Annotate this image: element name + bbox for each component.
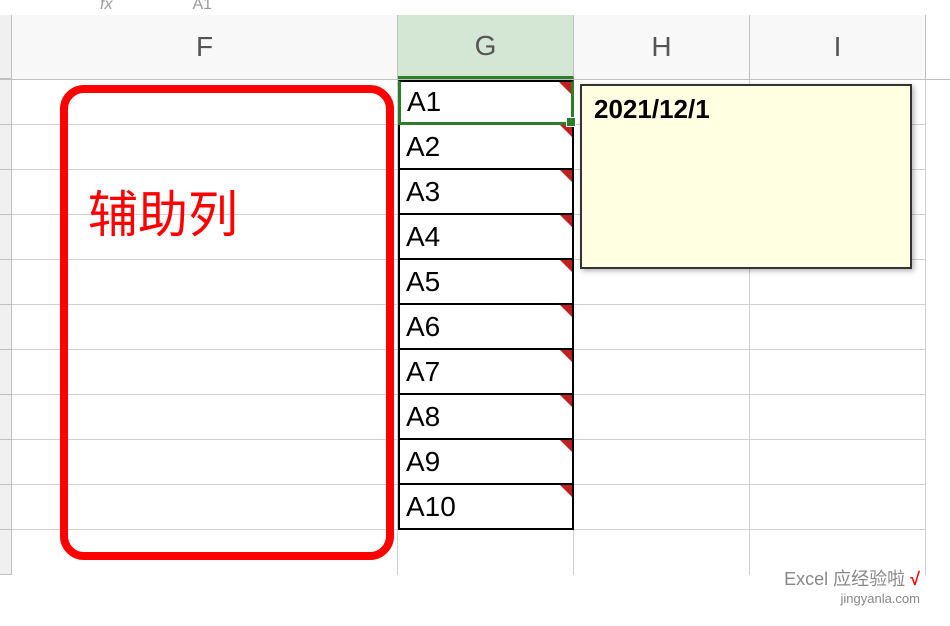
row-header[interactable] — [0, 80, 12, 125]
cell-value: A7 — [406, 356, 440, 388]
cell-H[interactable] — [574, 305, 750, 350]
cell-value: A4 — [406, 221, 440, 253]
cell-G[interactable]: A1 — [398, 80, 574, 125]
cell-G[interactable]: A6 — [398, 305, 574, 350]
cell-G[interactable]: A3 — [398, 170, 574, 215]
watermark-sub: jingyanla.com — [784, 591, 920, 606]
comment-indicator-icon[interactable] — [560, 485, 572, 497]
cell-value: A9 — [406, 446, 440, 478]
table-row: A6 — [0, 305, 950, 350]
comment-indicator-icon[interactable] — [560, 440, 572, 452]
cell-F[interactable] — [12, 350, 398, 395]
cell-F[interactable] — [12, 80, 398, 125]
row-header[interactable] — [0, 350, 12, 395]
comment-text: 2021/12/1 — [594, 94, 710, 124]
fx-icon[interactable]: fx — [100, 0, 112, 14]
check-icon: √ — [910, 569, 920, 589]
cell-I[interactable] — [750, 305, 926, 350]
column-header-I[interactable]: I — [750, 15, 926, 79]
comment-indicator-icon[interactable] — [560, 350, 572, 362]
column-header-G[interactable]: G — [398, 15, 574, 79]
cell-F[interactable] — [12, 215, 398, 260]
row-header[interactable] — [0, 305, 12, 350]
cell-I[interactable] — [750, 440, 926, 485]
cell-H[interactable] — [574, 440, 750, 485]
table-row: A8 — [0, 395, 950, 440]
cell-F[interactable] — [12, 530, 398, 575]
comment-indicator-icon[interactable] — [559, 82, 571, 94]
row-header[interactable] — [0, 170, 12, 215]
cell-value: A3 — [406, 176, 440, 208]
cell-H[interactable] — [574, 530, 750, 575]
cell-G[interactable] — [398, 530, 574, 575]
cell-F[interactable] — [12, 440, 398, 485]
cell-value: A1 — [407, 86, 441, 118]
row-header[interactable] — [0, 530, 12, 575]
column-header-F[interactable]: F — [12, 15, 398, 79]
cell-H[interactable] — [574, 485, 750, 530]
formula-bar: fx A1 — [0, 0, 950, 15]
watermark: Excel 应经验啦 √ jingyanla.com — [784, 565, 920, 606]
cell-value: A10 — [406, 491, 456, 523]
cell-G[interactable]: A9 — [398, 440, 574, 485]
cell-F[interactable] — [12, 395, 398, 440]
formula-value: A1 — [192, 0, 212, 14]
select-all-corner[interactable] — [0, 15, 12, 79]
comment-indicator-icon[interactable] — [560, 170, 572, 182]
cell-G[interactable]: A4 — [398, 215, 574, 260]
row-header[interactable] — [0, 395, 12, 440]
cell-I[interactable] — [750, 395, 926, 440]
cell-G[interactable]: A7 — [398, 350, 574, 395]
cell-H[interactable] — [574, 395, 750, 440]
table-row: A7 — [0, 350, 950, 395]
table-row: A10 — [0, 485, 950, 530]
cell-F[interactable] — [12, 260, 398, 305]
cell-F[interactable] — [12, 125, 398, 170]
row-header[interactable] — [0, 125, 12, 170]
cell-I[interactable] — [750, 350, 926, 395]
comment-indicator-icon[interactable] — [560, 305, 572, 317]
comment-indicator-icon[interactable] — [560, 395, 572, 407]
row-header[interactable] — [0, 215, 12, 260]
row-header[interactable] — [0, 485, 12, 530]
comment-indicator-icon[interactable] — [560, 215, 572, 227]
cell-value: A6 — [406, 311, 440, 343]
cell-I[interactable] — [750, 485, 926, 530]
cell-G[interactable]: A5 — [398, 260, 574, 305]
cell-value: A2 — [406, 131, 440, 163]
cell-G[interactable]: A2 — [398, 125, 574, 170]
cell-G[interactable]: A10 — [398, 485, 574, 530]
cell-F[interactable] — [12, 170, 398, 215]
column-header-H[interactable]: H — [574, 15, 750, 79]
cell-F[interactable] — [12, 485, 398, 530]
cell-value: A5 — [406, 266, 440, 298]
cell-value: A8 — [406, 401, 440, 433]
cell-H[interactable] — [574, 350, 750, 395]
watermark-main: Excel 应经验啦 — [784, 569, 905, 589]
comment-indicator-icon[interactable] — [560, 260, 572, 272]
row-header[interactable] — [0, 260, 12, 305]
table-row: A9 — [0, 440, 950, 485]
column-headers: F G H I — [0, 15, 950, 80]
comment-tooltip: 2021/12/1 — [580, 84, 912, 269]
cell-F[interactable] — [12, 305, 398, 350]
cell-G[interactable]: A8 — [398, 395, 574, 440]
row-header[interactable] — [0, 440, 12, 485]
